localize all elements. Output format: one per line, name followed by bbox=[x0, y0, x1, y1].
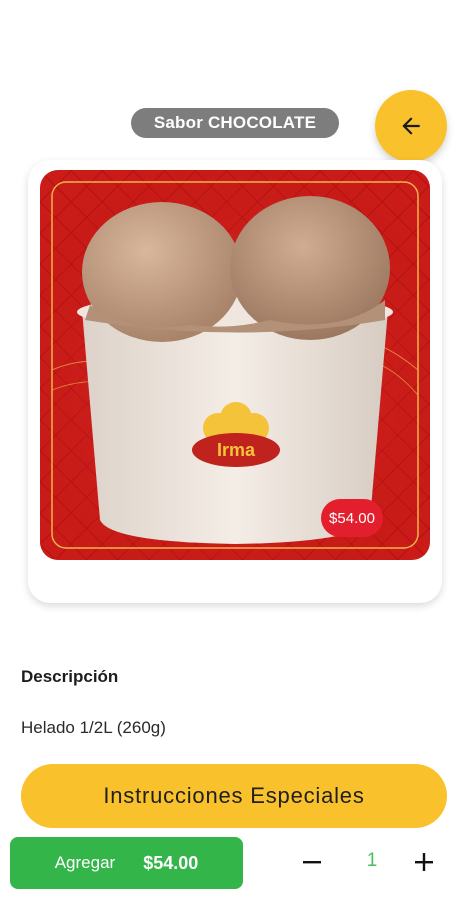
arrow-left-icon bbox=[402, 117, 420, 135]
quantity-decrease-button[interactable] bbox=[298, 846, 326, 878]
plus-icon bbox=[415, 853, 433, 871]
special-instructions-button[interactable]: Instrucciones Especiales bbox=[21, 764, 447, 828]
description-text: Helado 1/2L (260g) bbox=[21, 718, 166, 737]
description-title: Descripción bbox=[21, 667, 119, 686]
product-card: Irma bbox=[28, 160, 442, 603]
back-button[interactable] bbox=[375, 90, 447, 162]
quantity-value: 1 bbox=[366, 850, 378, 871]
add-price: $54.00 bbox=[143, 852, 199, 873]
special-instructions-label: Instrucciones Especiales bbox=[103, 783, 365, 808]
price-badge: $54.00 bbox=[321, 499, 383, 537]
minus-icon bbox=[303, 861, 321, 864]
flavor-label: Sabor CHOCOLATE bbox=[131, 108, 339, 138]
add-to-cart-button[interactable]: Agregar $54.00 bbox=[10, 837, 243, 889]
quantity-increase-button[interactable] bbox=[410, 846, 438, 878]
add-label: Agregar bbox=[54, 853, 116, 872]
brand-logo-text: Irma bbox=[217, 440, 256, 460]
